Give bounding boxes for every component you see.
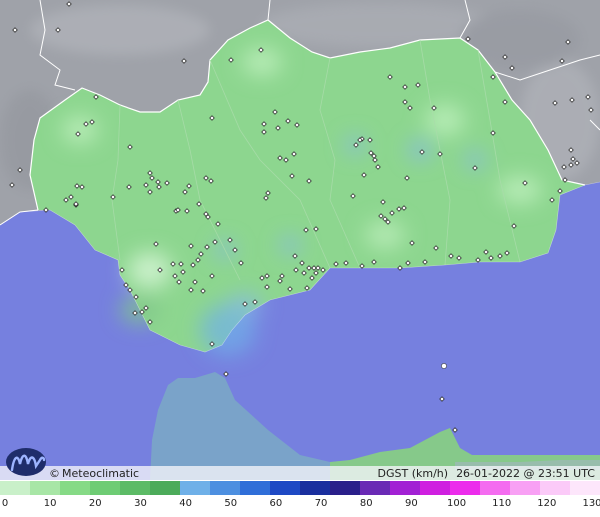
scale-swatch bbox=[150, 481, 181, 495]
scale-swatch bbox=[90, 481, 121, 495]
scale-swatch bbox=[30, 481, 61, 495]
datetime-label: 26-01-2022 @ 23:51 UTC bbox=[456, 467, 595, 480]
scale-tick-label: 40 bbox=[179, 498, 192, 509]
map-stamp: DGST (km/h) 26-01-2022 @ 23:51 UTC bbox=[378, 466, 595, 481]
map-viewport: © Meteoclimatic DGST (km/h) 26-01-2022 @ 2… bbox=[0, 0, 600, 517]
scale-swatch bbox=[420, 481, 451, 495]
brand-name: Meteoclimatic bbox=[62, 467, 140, 480]
scale-tick-label: 20 bbox=[88, 498, 102, 509]
color-scale-bar bbox=[0, 481, 600, 495]
scale-swatch bbox=[390, 481, 421, 495]
scale-tick-label: 130 bbox=[582, 498, 600, 509]
scale-tick-label: 50 bbox=[224, 498, 238, 509]
scale-swatch bbox=[450, 481, 481, 495]
scale-swatch bbox=[210, 481, 241, 495]
credit-text: © Meteoclimatic bbox=[49, 466, 139, 481]
scale-swatch bbox=[60, 481, 91, 495]
scale-tick-label: 70 bbox=[314, 498, 328, 509]
scale-tick-label: 60 bbox=[269, 498, 283, 509]
scale-swatch bbox=[120, 481, 151, 495]
scale-tick-label: 30 bbox=[134, 498, 147, 509]
scale-swatch bbox=[300, 481, 331, 495]
scale-tick-label: 110 bbox=[492, 498, 512, 509]
scale-swatch bbox=[180, 481, 211, 495]
scale-tick-label: 90 bbox=[405, 498, 418, 509]
color-scale-legend: 0 10 20 30 40 50 60 70 80 90 100 110 120 130 bbox=[0, 480, 600, 517]
scale-swatch bbox=[360, 481, 391, 495]
scale-tick-label: 10 bbox=[43, 498, 57, 509]
scale-swatch bbox=[330, 481, 361, 495]
meteoclimatic-logo-icon bbox=[6, 448, 46, 476]
scale-swatch bbox=[270, 481, 301, 495]
scale-swatch bbox=[240, 481, 271, 495]
scale-tick-label: 0 bbox=[1, 498, 9, 509]
variable-label: DGST (km/h) bbox=[377, 467, 449, 480]
scale-swatch bbox=[0, 481, 31, 495]
sea-buoy-marker bbox=[441, 363, 447, 369]
scale-swatch bbox=[510, 481, 541, 495]
scale-tick-label: 120 bbox=[537, 498, 557, 509]
scale-swatch bbox=[570, 481, 600, 495]
scale-swatch bbox=[540, 481, 571, 495]
scale-tick-label: 100 bbox=[446, 498, 467, 509]
scale-swatch bbox=[480, 481, 511, 495]
copyright-symbol: © bbox=[49, 467, 60, 480]
scale-tick-label: 80 bbox=[359, 498, 373, 509]
wind-gust-map bbox=[0, 0, 600, 480]
